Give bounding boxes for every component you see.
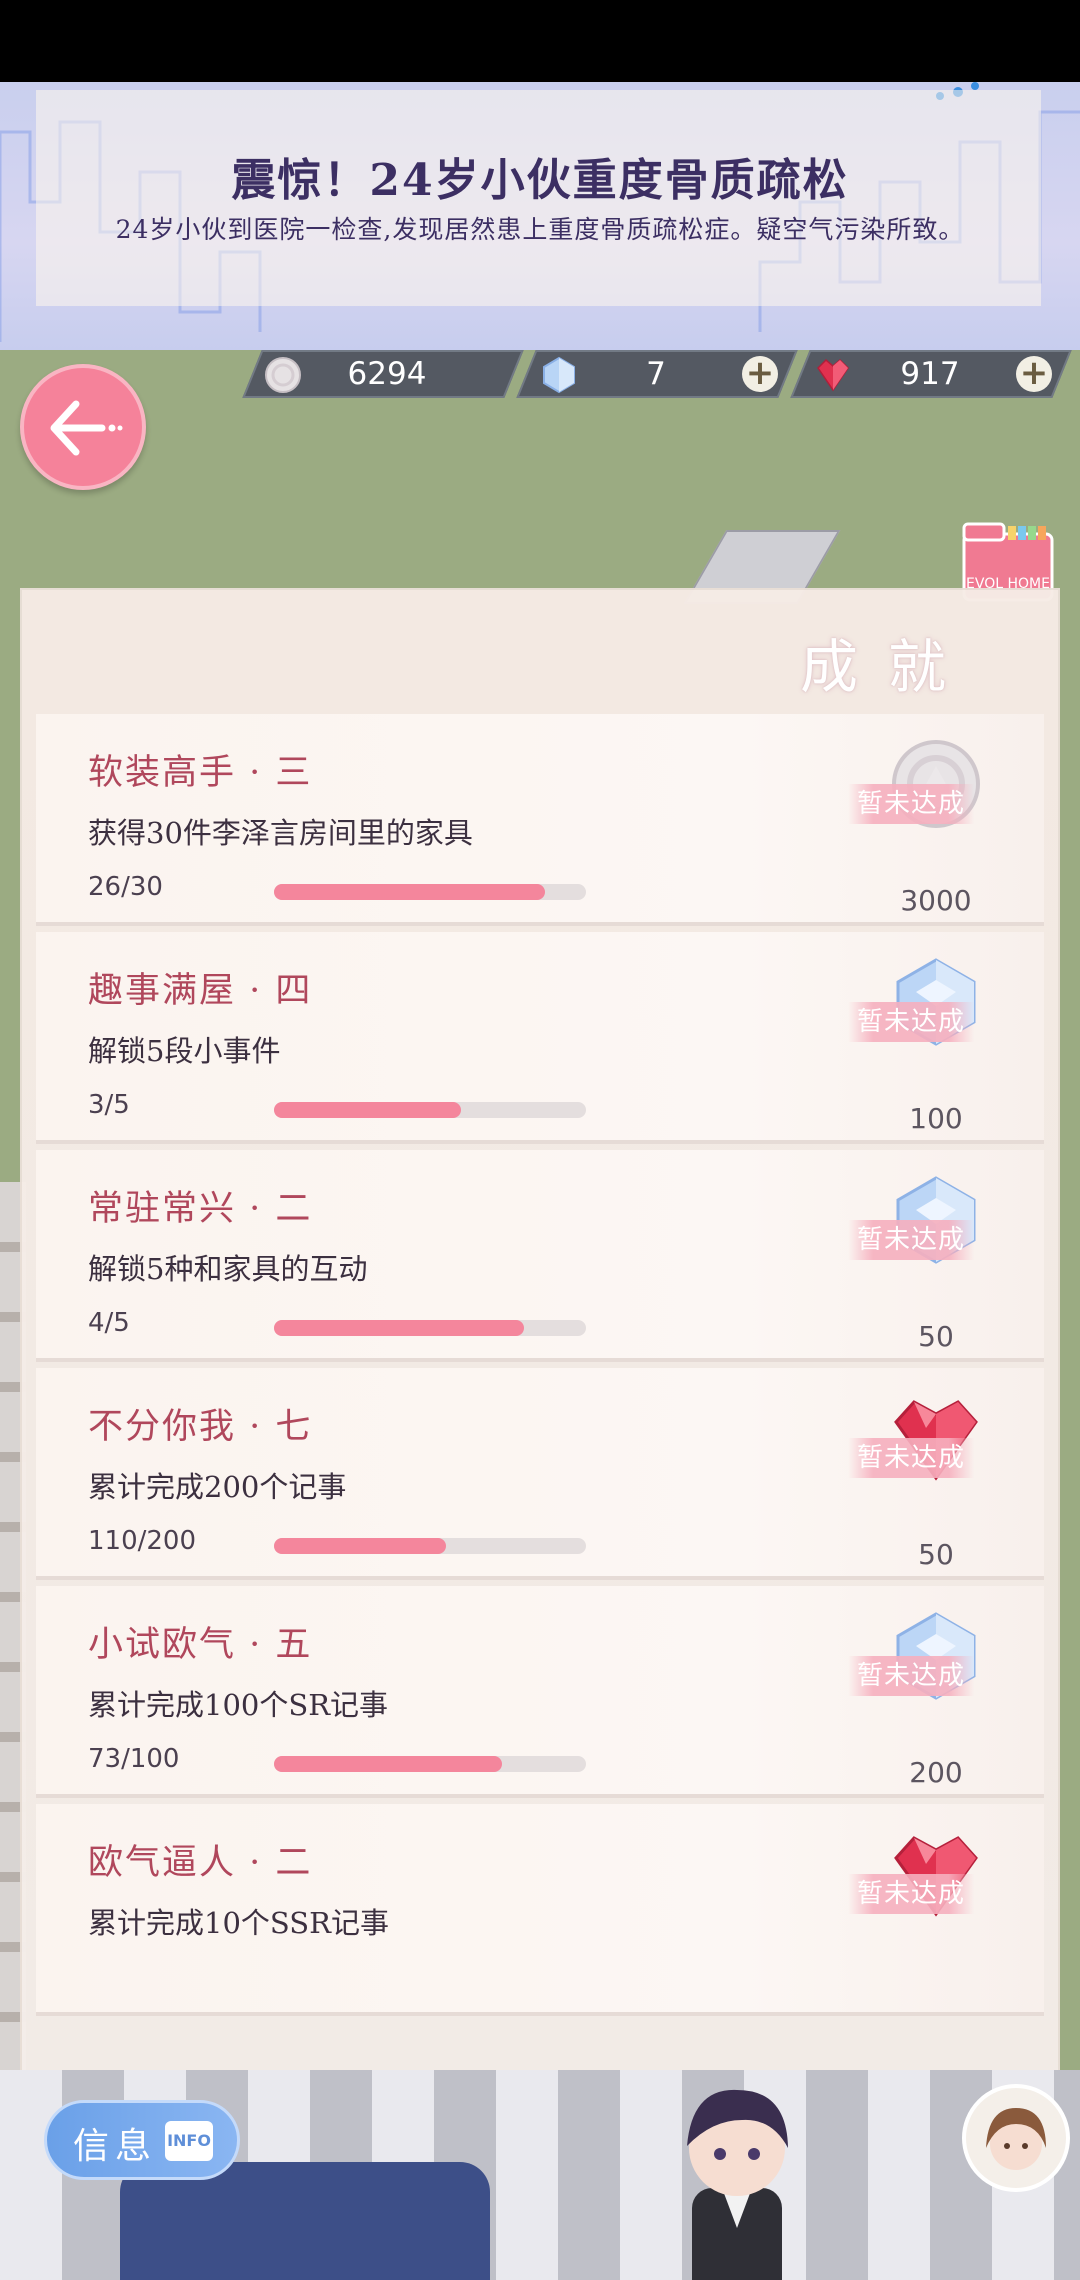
heroine-portrait-icon [986,2108,1046,2170]
progress-bar-track [274,1538,586,1554]
achievement-progress-text: 4/5 [88,1308,130,1338]
character-avatar[interactable] [662,2068,812,2280]
info-label: 信息 [73,2126,158,2167]
info-button[interactable]: 信息 INFO [44,2100,240,2180]
reward-amount: 200 [909,1756,963,1789]
progress-bar-track [274,1756,586,1772]
achievement-progress-text: 3/5 [88,1090,130,1120]
panel-title: 成就 [800,633,977,701]
achievement-progress-text: 110/200 [88,1526,197,1556]
status-stamp: 暂未达成 [848,1220,974,1260]
back-arrow-icon [50,400,123,456]
reward-amount: 3000 [900,884,972,917]
achievement-name: 不分你我 · 七 [88,1407,313,1447]
achievement-description: 获得30件李泽言房间里的家具 [88,816,473,850]
achievement-card[interactable]: 软装高手 · 三获得30件李泽言房间里的家具 26/30 暂未达成 3000 [36,714,1044,926]
game-scene: 震惊！24岁小伙重度骨质疏松 24岁小伙到医院一检查,发现居然患上重度骨质疏松症… [0,82,1080,2280]
coin-amount: 6294 [347,356,427,392]
status-stamp: 暂未达成 [848,1874,974,1914]
heart-gem-icon [817,358,849,392]
achievement-name: 趣事满屋 · 四 [88,971,313,1011]
heroine-avatar-button[interactable] [962,2084,1070,2192]
back-button[interactable] [20,364,146,490]
progress-bar-fill [274,1538,446,1554]
progress-bar-track [274,884,586,900]
achievement-progress-text: 26/30 [88,872,163,902]
progress-bar-fill [274,884,545,900]
achievement-card[interactable]: 不分你我 · 七累计完成200个记事 110/200 暂未达成 50 [36,1368,1044,1580]
crystal-amount: 7 [646,356,666,392]
achievement-card[interactable]: 小试欧气 · 五累计完成100个SR记事 73/100 暂未达成 200 [36,1586,1044,1798]
achievement-list[interactable]: 软装高手 · 三获得30件李泽言房间里的家具 26/30 暂未达成 3000 趣事满屋 … [36,714,1044,2094]
reward-amount: 50 [918,1538,954,1571]
news-subtitle: 24岁小伙到医院一检查,发现居然患上重度骨质疏松症。疑空气污染所致。 [115,215,965,244]
news-headline: 震惊！24岁小伙重度骨质疏松 [231,155,849,206]
status-stamp: 暂未达成 [848,1438,974,1478]
achievement-name: 欧气逼人 · 二 [88,1843,313,1883]
reward-amount: 100 [909,1102,963,1135]
achievement-card[interactable]: 欧气逼人 · 二累计完成10个SSR记事 暂未达成 [36,1804,1044,2016]
crystal-counter: 7 + [516,350,798,398]
progress-bar-track [274,1320,586,1336]
progress-bar-fill [274,1102,462,1118]
gem-amount: 917 [900,356,960,392]
achievement-description: 累计完成100个SR记事 [88,1688,389,1722]
status-stamp: 暂未达成 [848,1002,974,1042]
progress-bar-fill [274,1756,502,1772]
progress-bar-track [274,1102,586,1118]
achievement-description: 解锁5种和家具的互动 [88,1252,368,1286]
coin-counter: 6294 [242,350,524,398]
add-gems-button[interactable]: + [1016,356,1052,392]
progress-bar-fill [274,1320,524,1336]
achievement-description: 累计完成10个SSR记事 [88,1906,389,1940]
gem-counter: 917 + [790,350,1072,398]
reward-amount: 50 [918,1320,954,1353]
coin-icon [265,357,301,393]
news-banner[interactable]: 震惊！24岁小伙重度骨质疏松 24岁小伙到医院一检查,发现居然患上重度骨质疏松症… [0,82,1080,350]
achievement-card[interactable]: 趣事满屋 · 四解锁5段小事件 3/5 暂未达成 100 [36,932,1044,1144]
status-stamp: 暂未达成 [848,784,974,824]
achievement-description: 累计完成200个记事 [88,1470,347,1504]
status-stamp: 暂未达成 [848,1656,974,1696]
achievement-name: 小试欧气 · 五 [88,1625,313,1665]
achievement-description: 解锁5段小事件 [88,1034,281,1068]
crystal-icon [543,356,575,394]
achievement-name: 常驻常兴 · 二 [88,1189,313,1229]
add-crystals-button[interactable]: + [742,356,778,392]
achievement-card[interactable]: 常驻常兴 · 二解锁5种和家具的互动 4/5 暂未达成 50 [36,1150,1044,1362]
achievement-name: 软装高手 · 三 [88,753,313,793]
info-tag: INFO [165,2121,213,2161]
status-bar [0,0,1080,82]
achievement-progress-text: 73/100 [88,1744,180,1774]
